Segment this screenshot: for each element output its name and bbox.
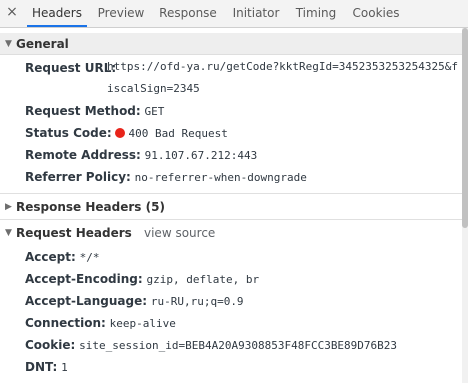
request-header-row: Accept-Encoding: gzip, deflate, br	[25, 270, 259, 288]
scrollbar-thumb[interactable]	[462, 28, 468, 228]
remote-address-value[interactable]: 91.107.67.212:443	[145, 149, 258, 162]
status-code-value[interactable]: 400 Bad Request	[128, 127, 227, 140]
tab-preview[interactable]: Preview	[95, 0, 147, 27]
referrer-policy-key: Referrer Policy:	[25, 170, 131, 184]
response-headers-title: Response Headers (5)	[16, 200, 165, 214]
tab-bar: × Headers Preview Response Initiator Tim…	[0, 0, 468, 28]
vertical-scrollbar[interactable]	[462, 28, 468, 383]
request-method-value[interactable]: GET	[145, 105, 165, 118]
tab-response[interactable]: Response	[158, 0, 218, 27]
request-header-value[interactable]: ru-RU,ru;q=0.9	[151, 295, 244, 308]
referrer-policy-row: Referrer Policy: no-referrer-when-downgr…	[25, 168, 307, 186]
expanded-triangle-icon: ▼	[5, 39, 12, 49]
request-header-key: Accept:	[25, 250, 76, 264]
headers-content: ▼ General Request URL: https://ofd-ya.ru…	[0, 28, 462, 383]
remote-address-key: Remote Address:	[25, 148, 141, 162]
section-divider	[0, 193, 462, 194]
request-header-value[interactable]: site_session_id=BEB4A20A9308853F48FCC3BE…	[79, 339, 397, 352]
view-source-link[interactable]: view source	[144, 222, 215, 244]
request-headers-section-header[interactable]: ▼ Request Headers view source	[0, 222, 462, 244]
collapsed-triangle-icon: ▶	[5, 202, 12, 212]
request-url-row: Request URL:	[25, 59, 116, 77]
referrer-policy-value[interactable]: no-referrer-when-downgrade	[135, 171, 307, 184]
tab-headers[interactable]: Headers	[27, 0, 87, 27]
request-header-value[interactable]: gzip, deflate, br	[147, 273, 260, 286]
tab-cookies[interactable]: Cookies	[350, 0, 402, 27]
section-divider	[0, 219, 462, 220]
general-section-title: General	[16, 37, 69, 51]
request-header-key: DNT:	[25, 360, 58, 374]
devtools-headers-panel: × Headers Preview Response Initiator Tim…	[0, 0, 468, 383]
request-header-row: Connection: keep-alive	[25, 314, 176, 332]
response-headers-section-header[interactable]: ▶ Response Headers (5)	[0, 196, 462, 218]
general-section-header[interactable]: ▼ General	[0, 33, 462, 55]
request-header-row: Cookie: site_session_id=BEB4A20A9308853F…	[25, 336, 397, 354]
request-header-key: Connection:	[25, 316, 106, 330]
request-url-key: Request URL:	[25, 61, 117, 75]
request-header-value[interactable]: 1	[61, 361, 68, 374]
request-header-key: Accept-Language:	[25, 294, 148, 308]
request-method-key: Request Method:	[25, 104, 141, 118]
status-error-dot-icon	[115, 128, 126, 138]
request-header-row: Accept: */*	[25, 248, 99, 266]
request-header-value[interactable]: */*	[80, 251, 100, 264]
request-header-key: Accept-Encoding:	[25, 272, 143, 286]
status-code-row: Status Code: 400 Bad Request	[25, 124, 228, 142]
tab-timing[interactable]: Timing	[294, 0, 338, 27]
tab-initiator[interactable]: Initiator	[230, 0, 282, 27]
request-url-value[interactable]: https://ofd-ya.ru/getCode?kktRegId=34523…	[107, 56, 461, 100]
remote-address-row: Remote Address: 91.107.67.212:443	[25, 146, 257, 164]
request-headers-title: Request Headers	[16, 226, 132, 240]
request-header-row: Accept-Language: ru-RU,ru;q=0.9	[25, 292, 244, 310]
request-header-value[interactable]: keep-alive	[110, 317, 176, 330]
request-header-key: Cookie:	[25, 338, 76, 352]
request-header-row: DNT: 1	[25, 358, 68, 376]
expanded-triangle-icon: ▼	[5, 228, 12, 238]
status-code-key: Status Code:	[25, 126, 112, 140]
close-icon[interactable]: ×	[5, 5, 19, 19]
request-method-row: Request Method: GET	[25, 102, 164, 120]
